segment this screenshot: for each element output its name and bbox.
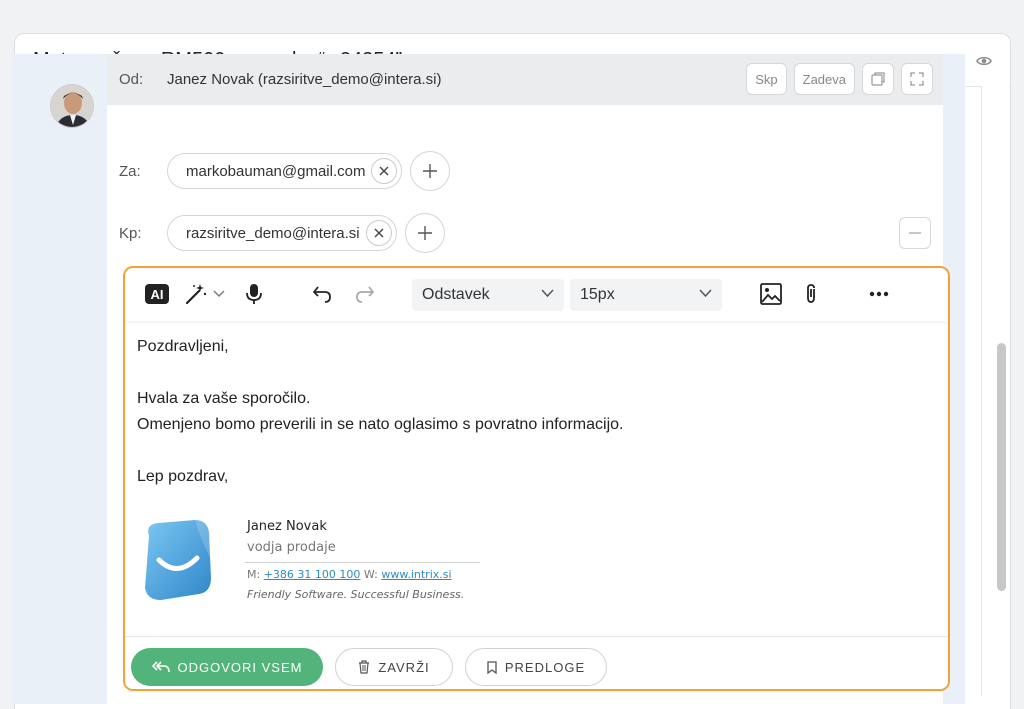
font-size-value: 15px: [580, 286, 615, 303]
reply-all-label: ODGOVORI VSEM: [177, 659, 303, 675]
subject-toggle-button[interactable]: Zadeva: [793, 63, 855, 95]
recipient-chip[interactable]: markobauman@gmail.com: [167, 153, 403, 189]
attach-button[interactable]: [801, 281, 821, 307]
chevron-down-icon: [541, 289, 554, 298]
more-options-button[interactable]: [866, 281, 892, 307]
fullscreen-icon: [910, 72, 924, 86]
paragraph-format-value: Odstavek: [422, 286, 490, 303]
phone-link[interactable]: +386 31 100 100: [264, 568, 361, 581]
magic-button[interactable]: [183, 281, 227, 307]
email-signature: Janez Novak vodja prodaje M: +386 31 100…: [137, 516, 487, 616]
signature-slogan: Friendly Software. Successful Business.: [247, 588, 465, 601]
editor-footer: ODGOVORI VSEM ZAVRŽI PREDLOGE: [125, 636, 948, 689]
from-value: Janez Novak (razsiritve_demo@intera.si): [167, 71, 442, 88]
signature-divider: [245, 562, 480, 563]
redo-icon: [356, 286, 374, 303]
cc-row: Kp: razsiritve_demo@intera.si: [107, 213, 943, 253]
phone-label: M:: [247, 568, 261, 581]
editor-toolbar: AI Odstavek 15px: [125, 268, 948, 321]
signature-contact: M: +386 31 100 100 W: www.intrix.si: [247, 568, 452, 581]
to-label: Za:: [119, 162, 141, 180]
bookmark-icon: [487, 660, 497, 674]
ai-button[interactable]: AI: [144, 281, 170, 307]
avatar: [50, 84, 94, 128]
recipient-email: markobauman@gmail.com: [186, 162, 366, 180]
plus-icon: [423, 164, 438, 178]
plus-icon: [417, 226, 432, 240]
web-label: W:: [363, 568, 378, 581]
remove-cc-button[interactable]: [365, 220, 392, 246]
copy-window-icon: [871, 72, 885, 86]
templates-label: PREDLOGE: [504, 659, 586, 675]
cc-email: razsiritve_demo@intera.si: [186, 224, 360, 242]
more-horizontal-icon: [869, 291, 889, 297]
templates-button[interactable]: PREDLOGE: [465, 648, 607, 686]
body-line: Omenjeno bomo preverili in se nato oglas…: [137, 416, 624, 433]
close-icon: [379, 166, 389, 176]
from-label: Od:: [119, 71, 144, 88]
remove-recipient-button[interactable]: [371, 158, 398, 184]
fullscreen-button[interactable]: [901, 63, 933, 95]
paragraph-format-select[interactable]: Odstavek: [412, 279, 564, 311]
discard-label: ZAVRŽI: [378, 659, 430, 675]
font-size-select[interactable]: 15px: [570, 279, 722, 311]
collapse-cc-button[interactable]: [899, 217, 931, 249]
redo-button[interactable]: [353, 281, 377, 307]
image-icon: [760, 283, 782, 305]
chevron-down-icon: [213, 290, 225, 297]
message-body[interactable]: Pozdravljeni, Hvala za vaše sporočilo. O…: [137, 334, 623, 490]
discard-button[interactable]: ZAVRŽI: [335, 648, 453, 686]
trash-icon: [359, 660, 370, 674]
paperclip-icon: [807, 284, 815, 303]
closing-line: Lep pozdrav,: [137, 468, 229, 485]
magic-wand-icon: [185, 284, 207, 305]
signature-name: Janez Novak: [247, 519, 327, 534]
microphone-icon: [246, 284, 262, 304]
to-row: Za: markobauman@gmail.com: [107, 151, 943, 191]
chevron-down-icon: [699, 289, 712, 298]
greeting-line: Pozdravljeni,: [137, 338, 229, 355]
add-cc-button[interactable]: [404, 213, 445, 253]
signature-role: vodja prodaje: [247, 540, 336, 555]
reply-all-icon: [151, 661, 170, 673]
minus-icon: [909, 232, 921, 234]
eye-icon[interactable]: [976, 53, 992, 69]
cc-label: Kp:: [119, 224, 142, 242]
undo-icon: [313, 286, 331, 303]
undo-button[interactable]: [310, 281, 334, 307]
popout-button[interactable]: [862, 63, 894, 95]
web-link[interactable]: www.intrix.si: [381, 568, 451, 581]
intrix-logo-icon: [145, 520, 211, 600]
from-row: Od: Janez Novak (razsiritve_demo@intera.…: [107, 54, 943, 105]
ai-icon: AI: [145, 284, 169, 304]
close-icon: [374, 228, 384, 238]
body-line: Hvala za vaše sporočilo.: [137, 390, 311, 407]
message-editor[interactable]: AI Odstavek 15px Pozdravljeni, Hvala za …: [123, 266, 950, 691]
reply-all-button[interactable]: ODGOVORI VSEM: [131, 648, 323, 686]
cc-chip[interactable]: razsiritve_demo@intera.si: [167, 215, 397, 251]
dictate-button[interactable]: [243, 281, 265, 307]
bcc-toggle-button[interactable]: Skp: [746, 63, 787, 95]
insert-image-button[interactable]: [759, 281, 783, 307]
scrollbar-thumb[interactable]: [997, 343, 1006, 591]
add-recipient-button[interactable]: [410, 151, 451, 191]
